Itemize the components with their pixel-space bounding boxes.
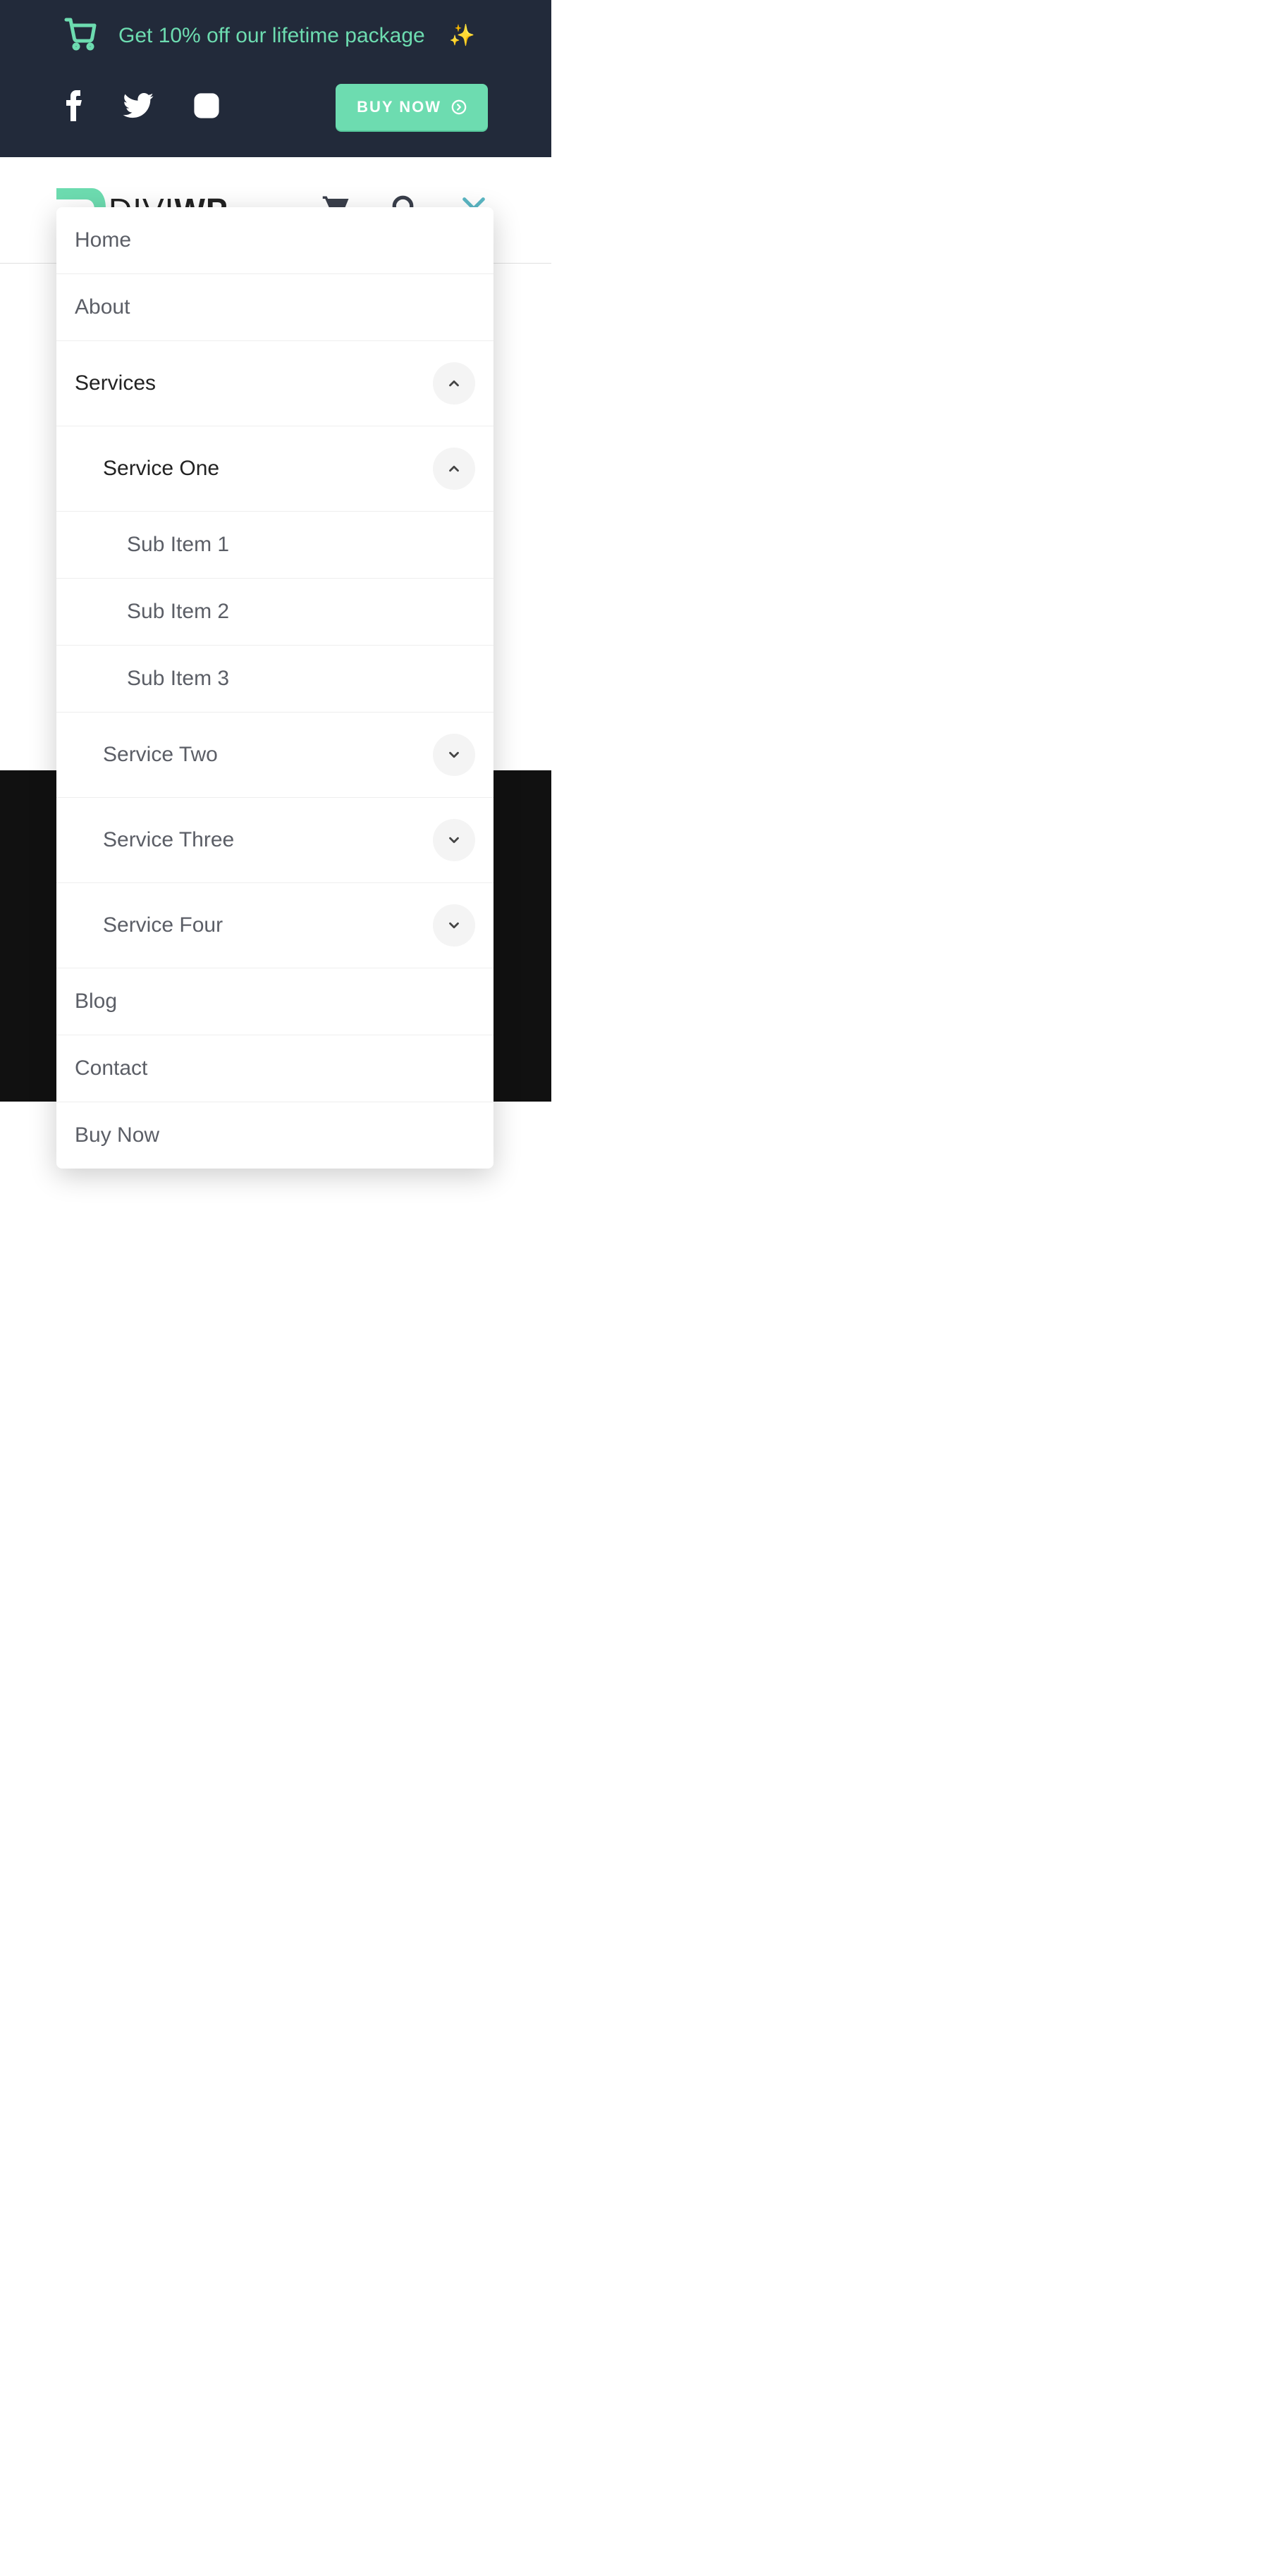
subsubmenu-item-2[interactable]: Sub Item 2 bbox=[56, 579, 494, 646]
subsubmenu-item-3[interactable]: Sub Item 3 bbox=[56, 646, 494, 713]
menu-item-blog[interactable]: Blog bbox=[56, 968, 494, 1035]
chevron-up-icon[interactable] bbox=[433, 448, 475, 490]
submenu-item-service-two[interactable]: Service Two bbox=[56, 713, 494, 798]
instagram-icon[interactable] bbox=[193, 92, 220, 123]
menu-item-label: Buy Now bbox=[75, 1123, 159, 1147]
promo-text: Get 10% off our lifetime package bbox=[118, 24, 425, 48]
menu-item-label: Services bbox=[75, 371, 156, 395]
twitter-icon[interactable] bbox=[123, 93, 154, 122]
menu-item-services[interactable]: Services bbox=[56, 341, 494, 426]
subsubmenu-item-label: Sub Item 2 bbox=[127, 600, 229, 624]
menu-item-label: About bbox=[75, 295, 130, 319]
promo-bar: Get 10% off our lifetime package ✨ B bbox=[0, 0, 551, 157]
buy-now-button[interactable]: BUY NOW bbox=[336, 84, 488, 130]
submenu-item-label: Service Four bbox=[103, 913, 223, 937]
menu-item-buy-now[interactable]: Buy Now bbox=[56, 1102, 494, 1169]
submenu-item-label: Service One bbox=[103, 457, 219, 481]
chevron-down-icon[interactable] bbox=[433, 734, 475, 776]
chevron-down-icon[interactable] bbox=[433, 904, 475, 947]
facebook-icon[interactable] bbox=[63, 90, 83, 125]
submenu-item-label: Service Two bbox=[103, 743, 218, 767]
menu-item-label: Blog bbox=[75, 990, 117, 1013]
cart-icon bbox=[63, 17, 97, 54]
chevron-up-icon[interactable] bbox=[433, 362, 475, 405]
menu-item-label: Home bbox=[75, 228, 131, 252]
subsubmenu-item-label: Sub Item 3 bbox=[127, 667, 229, 691]
menu-item-contact[interactable]: Contact bbox=[56, 1035, 494, 1102]
mobile-menu-panel: Home About Services Service One bbox=[56, 207, 494, 1169]
submenu-item-label: Service Three bbox=[103, 828, 234, 852]
subsubmenu-item-1[interactable]: Sub Item 1 bbox=[56, 512, 494, 579]
chevron-down-icon[interactable] bbox=[433, 819, 475, 861]
submenu-item-service-four[interactable]: Service Four bbox=[56, 883, 494, 968]
subsubmenu-item-label: Sub Item 1 bbox=[127, 533, 229, 557]
menu-item-home[interactable]: Home bbox=[56, 207, 494, 274]
submenu-item-service-three[interactable]: Service Three bbox=[56, 798, 494, 883]
submenu-item-service-one[interactable]: Service One bbox=[56, 426, 494, 512]
sparkle-icon: ✨ bbox=[449, 23, 475, 48]
menu-item-about[interactable]: About bbox=[56, 274, 494, 341]
menu-item-label: Contact bbox=[75, 1056, 147, 1080]
buy-now-label: BUY NOW bbox=[357, 98, 441, 116]
